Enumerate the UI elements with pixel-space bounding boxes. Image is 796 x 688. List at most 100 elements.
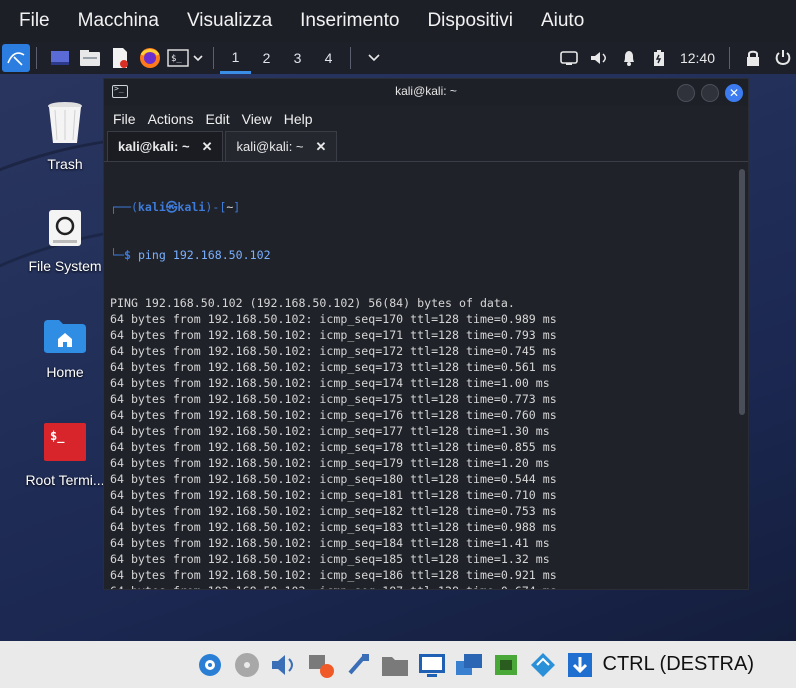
terminal-launcher-icon[interactable]: $_ xyxy=(167,45,207,71)
terminal-titlebar[interactable]: kali@kali: ~ ✕ xyxy=(104,79,748,106)
host-menu-machine[interactable]: Macchina xyxy=(64,0,173,42)
output-line: PING 192.168.50.102 (192.168.50.102) 56(… xyxy=(110,296,515,310)
output-line: 64 bytes from 192.168.50.102: icmp_seq=1… xyxy=(110,472,557,486)
terminal-window[interactable]: kali@kali: ~ ✕ File Actions Edit View He… xyxy=(103,78,749,590)
usb-icon[interactable] xyxy=(343,650,373,680)
close-icon: ✕ xyxy=(728,86,740,100)
output-line: 64 bytes from 192.168.50.102: icmp_seq=1… xyxy=(110,376,550,390)
output-line: 64 bytes from 192.168.50.102: icmp_seq=1… xyxy=(110,568,557,582)
workspace-2[interactable]: 2 xyxy=(251,42,282,74)
close-button[interactable]: ✕ xyxy=(725,84,743,102)
host-menu-view[interactable]: Visualizza xyxy=(173,0,286,42)
desktop-icon-home[interactable]: Home xyxy=(13,318,117,380)
audio-icon[interactable] xyxy=(269,650,299,680)
drive-icon xyxy=(13,208,117,252)
vm-screen: $_ 1 2 3 4 12:40 Trash File System Home … xyxy=(0,42,796,641)
prompt-bracket: ┌──( xyxy=(110,200,138,214)
desktop-icon-label: Trash xyxy=(47,156,83,172)
firefox-icon[interactable] xyxy=(137,45,163,71)
menu-actions[interactable]: Actions xyxy=(143,111,199,127)
tab-close-icon[interactable]: ✕ xyxy=(316,139,327,155)
output-line: 64 bytes from 192.168.50.102: icmp_seq=1… xyxy=(110,552,550,566)
window-title: kali@kali: ~ xyxy=(395,84,457,98)
folder-home-icon xyxy=(13,318,117,358)
kali-menu-icon[interactable] xyxy=(2,44,30,72)
trash-icon xyxy=(13,100,117,150)
display-icon[interactable] xyxy=(556,45,582,71)
menu-help[interactable]: Help xyxy=(279,111,318,127)
menu-edit[interactable]: Edit xyxy=(200,111,234,127)
cpu-activity-icon[interactable] xyxy=(491,650,521,680)
panel-clock[interactable]: 12:40 xyxy=(680,50,715,66)
desktop-icon-filesystem[interactable]: File System xyxy=(13,208,117,274)
notification-bell-icon[interactable] xyxy=(616,45,642,71)
ping-output: PING 192.168.50.102 (192.168.50.102) 56(… xyxy=(110,295,730,589)
shared-folder-icon[interactable] xyxy=(380,650,410,680)
text-editor-icon[interactable] xyxy=(107,45,133,71)
host-menu-input[interactable]: Inserimento xyxy=(286,0,413,42)
video-capture-icon[interactable] xyxy=(454,650,484,680)
output-line: 64 bytes from 192.168.50.102: icmp_seq=1… xyxy=(110,312,557,326)
output-line: 64 bytes from 192.168.50.102: icmp_seq=1… xyxy=(110,504,557,518)
tab-label: kali@kali: ~ xyxy=(118,139,190,154)
lock-icon[interactable] xyxy=(740,45,766,71)
desktop-icon-root-terminal[interactable]: $_ Root Termi... xyxy=(13,422,117,488)
maximize-button[interactable] xyxy=(701,84,719,102)
workspace-4[interactable]: 4 xyxy=(313,42,344,74)
terminal-tab-2[interactable]: kali@kali: ~ ✕ xyxy=(225,131,338,161)
vbox-status-bar: CTRL (DESTRA) xyxy=(0,641,796,688)
output-line: 64 bytes from 192.168.50.102: icmp_seq=1… xyxy=(110,440,557,454)
terminal-output[interactable]: ┌──(kali㉿kali)-[~] └─$ ping 192.168.50.1… xyxy=(104,163,736,589)
display-settings-icon[interactable] xyxy=(417,650,447,680)
prompt-line-2: └─$ ping 192.168.50.102 xyxy=(110,247,730,263)
terminal-menubar: File Actions Edit View Help xyxy=(104,106,748,132)
file-manager-icon[interactable] xyxy=(77,45,103,71)
guest-additions-icon[interactable] xyxy=(528,650,558,680)
tab-label: kali@kali: ~ xyxy=(236,139,304,154)
output-line: 64 bytes from 192.168.50.102: icmp_seq=1… xyxy=(110,488,557,502)
host-key-label: CTRL (DESTRA) xyxy=(602,653,754,675)
show-desktop-icon[interactable] xyxy=(47,45,73,71)
panel-separator xyxy=(213,47,214,69)
menu-view[interactable]: View xyxy=(237,111,277,127)
prompt-bracket: )-[ xyxy=(205,200,227,214)
prompt-corner: └─ xyxy=(110,248,124,262)
host-menu-devices[interactable]: Dispositivi xyxy=(413,0,527,42)
output-line: 64 bytes from 192.168.50.102: icmp_seq=1… xyxy=(110,424,550,438)
root-terminal-icon: $_ xyxy=(13,422,117,466)
output-line: 64 bytes from 192.168.50.102: icmp_seq=1… xyxy=(110,328,557,342)
output-line: 64 bytes from 192.168.50.102: icmp_seq=1… xyxy=(110,456,550,470)
terminal-tab-1[interactable]: kali@kali: ~ ✕ xyxy=(107,131,224,161)
svg-text:$_: $_ xyxy=(171,54,182,64)
output-line: 64 bytes from 192.168.50.102: icmp_seq=1… xyxy=(110,360,557,374)
terminal-scrollbar[interactable] xyxy=(739,169,745,415)
mouse-integration-icon[interactable] xyxy=(565,650,595,680)
prompt-user-host: kali㉿kali xyxy=(137,200,206,214)
host-menu-help[interactable]: Aiuto xyxy=(527,0,598,42)
menu-file[interactable]: File xyxy=(108,111,141,127)
output-line: 64 bytes from 192.168.50.102: icmp_seq=1… xyxy=(110,392,557,406)
output-line: 64 bytes from 192.168.50.102: icmp_seq=1… xyxy=(110,408,557,422)
terminal-tab-bar: kali@kali: ~ ✕ kali@kali: ~ ✕ xyxy=(104,131,748,162)
workspace-3[interactable]: 3 xyxy=(282,42,313,74)
hard-disk-icon[interactable] xyxy=(195,650,225,680)
workspace-1[interactable]: 1 xyxy=(220,42,251,74)
desktop-icon-trash[interactable]: Trash xyxy=(13,100,117,172)
prompt-dollar: $ xyxy=(123,248,131,262)
output-line: 64 bytes from 192.168.50.102: icmp_seq=1… xyxy=(110,583,730,589)
host-menu-file[interactable]: File xyxy=(0,0,64,42)
chevron-down-icon[interactable] xyxy=(361,45,387,71)
minimize-button[interactable] xyxy=(677,84,695,102)
battery-icon[interactable] xyxy=(646,45,672,71)
power-icon[interactable] xyxy=(770,45,796,71)
output-line: 64 bytes from 192.168.50.102: icmp_seq=1… xyxy=(110,536,550,550)
host-menu-bar: File Macchina Visualizza Inserimento Dis… xyxy=(0,0,796,42)
tab-close-icon[interactable]: ✕ xyxy=(202,139,213,155)
command-text: ping 192.168.50.102 xyxy=(137,248,271,262)
volume-icon[interactable] xyxy=(586,45,612,71)
desktop-icon-label: File System xyxy=(28,258,102,274)
optical-drive-icon[interactable] xyxy=(232,650,262,680)
network-icon[interactable] xyxy=(306,650,336,680)
prompt-bracket: ] xyxy=(233,200,241,214)
prompt-line-1: ┌──(kali㉿kali)-[~] xyxy=(110,199,730,215)
